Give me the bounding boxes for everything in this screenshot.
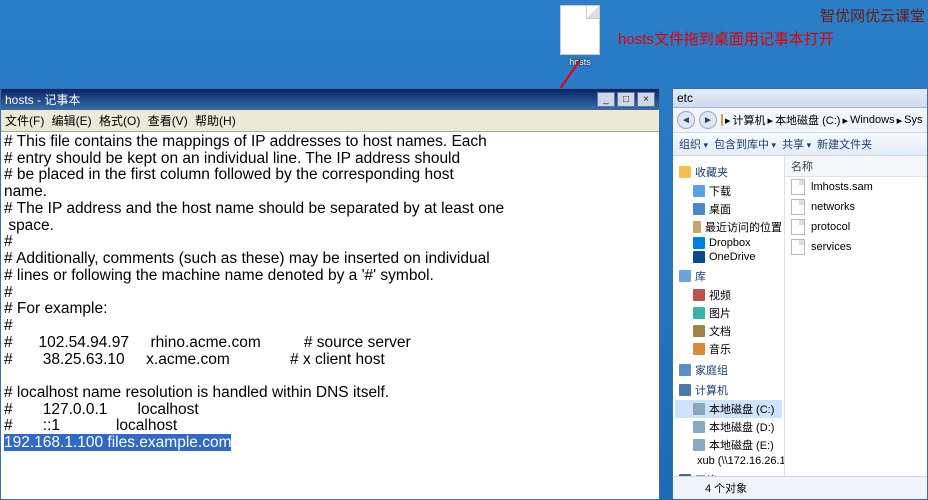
sidebar-item-downloads[interactable]: 下载	[675, 182, 782, 200]
explorer-statusbar: 4 个对象	[673, 476, 927, 499]
forward-button[interactable]: ►	[699, 111, 717, 129]
include-button[interactable]: 包含到库中	[714, 136, 776, 152]
drive-icon	[693, 421, 705, 433]
document-icon	[693, 325, 705, 337]
group-libraries[interactable]: 库	[679, 268, 782, 284]
sidebar-item-dropbox[interactable]: Dropbox	[675, 236, 782, 250]
newfolder-button[interactable]: 新建文件夹	[817, 136, 872, 152]
file-item[interactable]: services	[785, 237, 927, 257]
sidebar-item-desktop[interactable]: 桌面	[675, 200, 782, 218]
file-item[interactable]: lmhosts.sam	[785, 177, 927, 197]
explorer-filepane: 名称 lmhosts.sam networks protocol service…	[785, 156, 927, 476]
download-icon	[693, 185, 705, 197]
sidebar-item-documents[interactable]: 文档	[675, 322, 782, 340]
group-homegroup[interactable]: 家庭组	[679, 362, 782, 378]
onedrive-icon	[693, 251, 705, 263]
drive-icon	[693, 403, 705, 415]
menu-view[interactable]: 查看(V)	[148, 114, 188, 128]
sidebar-item-music[interactable]: 音乐	[675, 340, 782, 358]
notepad-menubar: 文件(F) 编辑(E) 格式(O) 查看(V) 帮助(H)	[1, 110, 659, 132]
explorer-sidebar: 收藏夹 下载 桌面 最近访问的位置 Dropbox OneDrive 库 视频 …	[673, 156, 785, 476]
status-text: 4 个对象	[705, 480, 747, 496]
menu-help[interactable]: 帮助(H)	[195, 114, 236, 128]
video-icon	[693, 289, 705, 301]
file-icon	[791, 199, 805, 215]
annotation-top: hosts文件拖到桌面用记事本打开	[618, 28, 834, 49]
library-icon	[679, 270, 691, 282]
notepad-titlebar[interactable]: hosts - 记事本 _ □ ×	[1, 89, 659, 110]
file-item[interactable]: networks	[785, 197, 927, 217]
sidebar-item-videos[interactable]: 视频	[675, 286, 782, 304]
organize-button[interactable]: 组织	[679, 136, 708, 152]
group-computer[interactable]: 计算机	[679, 382, 782, 398]
computer-icon	[679, 384, 691, 396]
music-icon	[693, 343, 705, 355]
folder-icon	[679, 480, 699, 496]
folder-icon	[721, 114, 723, 126]
star-icon	[679, 166, 691, 178]
drive-icon	[693, 439, 705, 451]
file-icon	[560, 5, 600, 55]
minimize-button[interactable]: _	[597, 92, 615, 107]
dropbox-icon	[693, 237, 705, 249]
desktop-icon	[693, 203, 705, 215]
sidebar-item-drive-e[interactable]: 本地磁盘 (E:)	[675, 436, 782, 454]
window-buttons: _ □ ×	[597, 92, 655, 107]
sidebar-item-onedrive[interactable]: OneDrive	[675, 250, 782, 264]
close-button[interactable]: ×	[637, 92, 655, 107]
breadcrumb[interactable]: ▸ 计算机 ▸ 本地磁盘 (C:) ▸ Windows ▸ System32 ▸…	[721, 112, 923, 128]
file-label: hosts	[550, 57, 610, 67]
recent-icon	[693, 221, 701, 233]
desktop-hosts-file[interactable]: hosts	[550, 5, 610, 67]
file-icon	[791, 179, 805, 195]
file-icon	[791, 219, 805, 235]
notepad-window: hosts - 记事本 _ □ × 文件(F) 编辑(E) 格式(O) 查看(V…	[0, 88, 660, 500]
share-button[interactable]: 共享	[782, 136, 811, 152]
picture-icon	[693, 307, 705, 319]
file-icon	[791, 239, 805, 255]
file-item[interactable]: protocol	[785, 217, 927, 237]
sidebar-item-drive-d[interactable]: 本地磁盘 (D:)	[675, 418, 782, 436]
notepad-content[interactable]: # This file contains the mappings of IP …	[1, 132, 659, 499]
back-button[interactable]: ◄	[677, 111, 695, 129]
watermark-text: 智优网优云课堂	[820, 5, 925, 26]
sidebar-item-recent[interactable]: 最近访问的位置	[675, 218, 782, 236]
sidebar-item-netdrive[interactable]: xub (\\172.16.26.1	[675, 454, 782, 468]
group-favorites[interactable]: 收藏夹	[679, 164, 782, 180]
explorer-body: 收藏夹 下载 桌面 最近访问的位置 Dropbox OneDrive 库 视频 …	[673, 156, 927, 476]
selected-text: 192.168.1.100 files.example.com	[4, 434, 231, 451]
explorer-window: etc ◄ ► ▸ 计算机 ▸ 本地磁盘 (C:) ▸ Windows ▸ Sy…	[672, 88, 928, 500]
column-header-name[interactable]: 名称	[785, 156, 927, 177]
sidebar-item-pictures[interactable]: 图片	[675, 304, 782, 322]
explorer-navbar: ◄ ► ▸ 计算机 ▸ 本地磁盘 (C:) ▸ Windows ▸ System…	[673, 108, 927, 133]
explorer-titlebar[interactable]: etc	[673, 89, 927, 108]
menu-file[interactable]: 文件(F)	[5, 114, 44, 128]
sidebar-item-drive-c[interactable]: 本地磁盘 (C:)	[675, 400, 782, 418]
homegroup-icon	[679, 364, 691, 376]
hosts-text: # This file contains the mappings of IP …	[4, 133, 504, 434]
notepad-title: hosts - 记事本	[5, 91, 597, 108]
menu-edit[interactable]: 编辑(E)	[52, 114, 92, 128]
explorer-title: etc	[677, 91, 923, 105]
explorer-toolbar: 组织 包含到库中 共享 新建文件夹	[673, 133, 927, 156]
menu-format[interactable]: 格式(O)	[99, 114, 140, 128]
maximize-button[interactable]: □	[617, 92, 635, 107]
